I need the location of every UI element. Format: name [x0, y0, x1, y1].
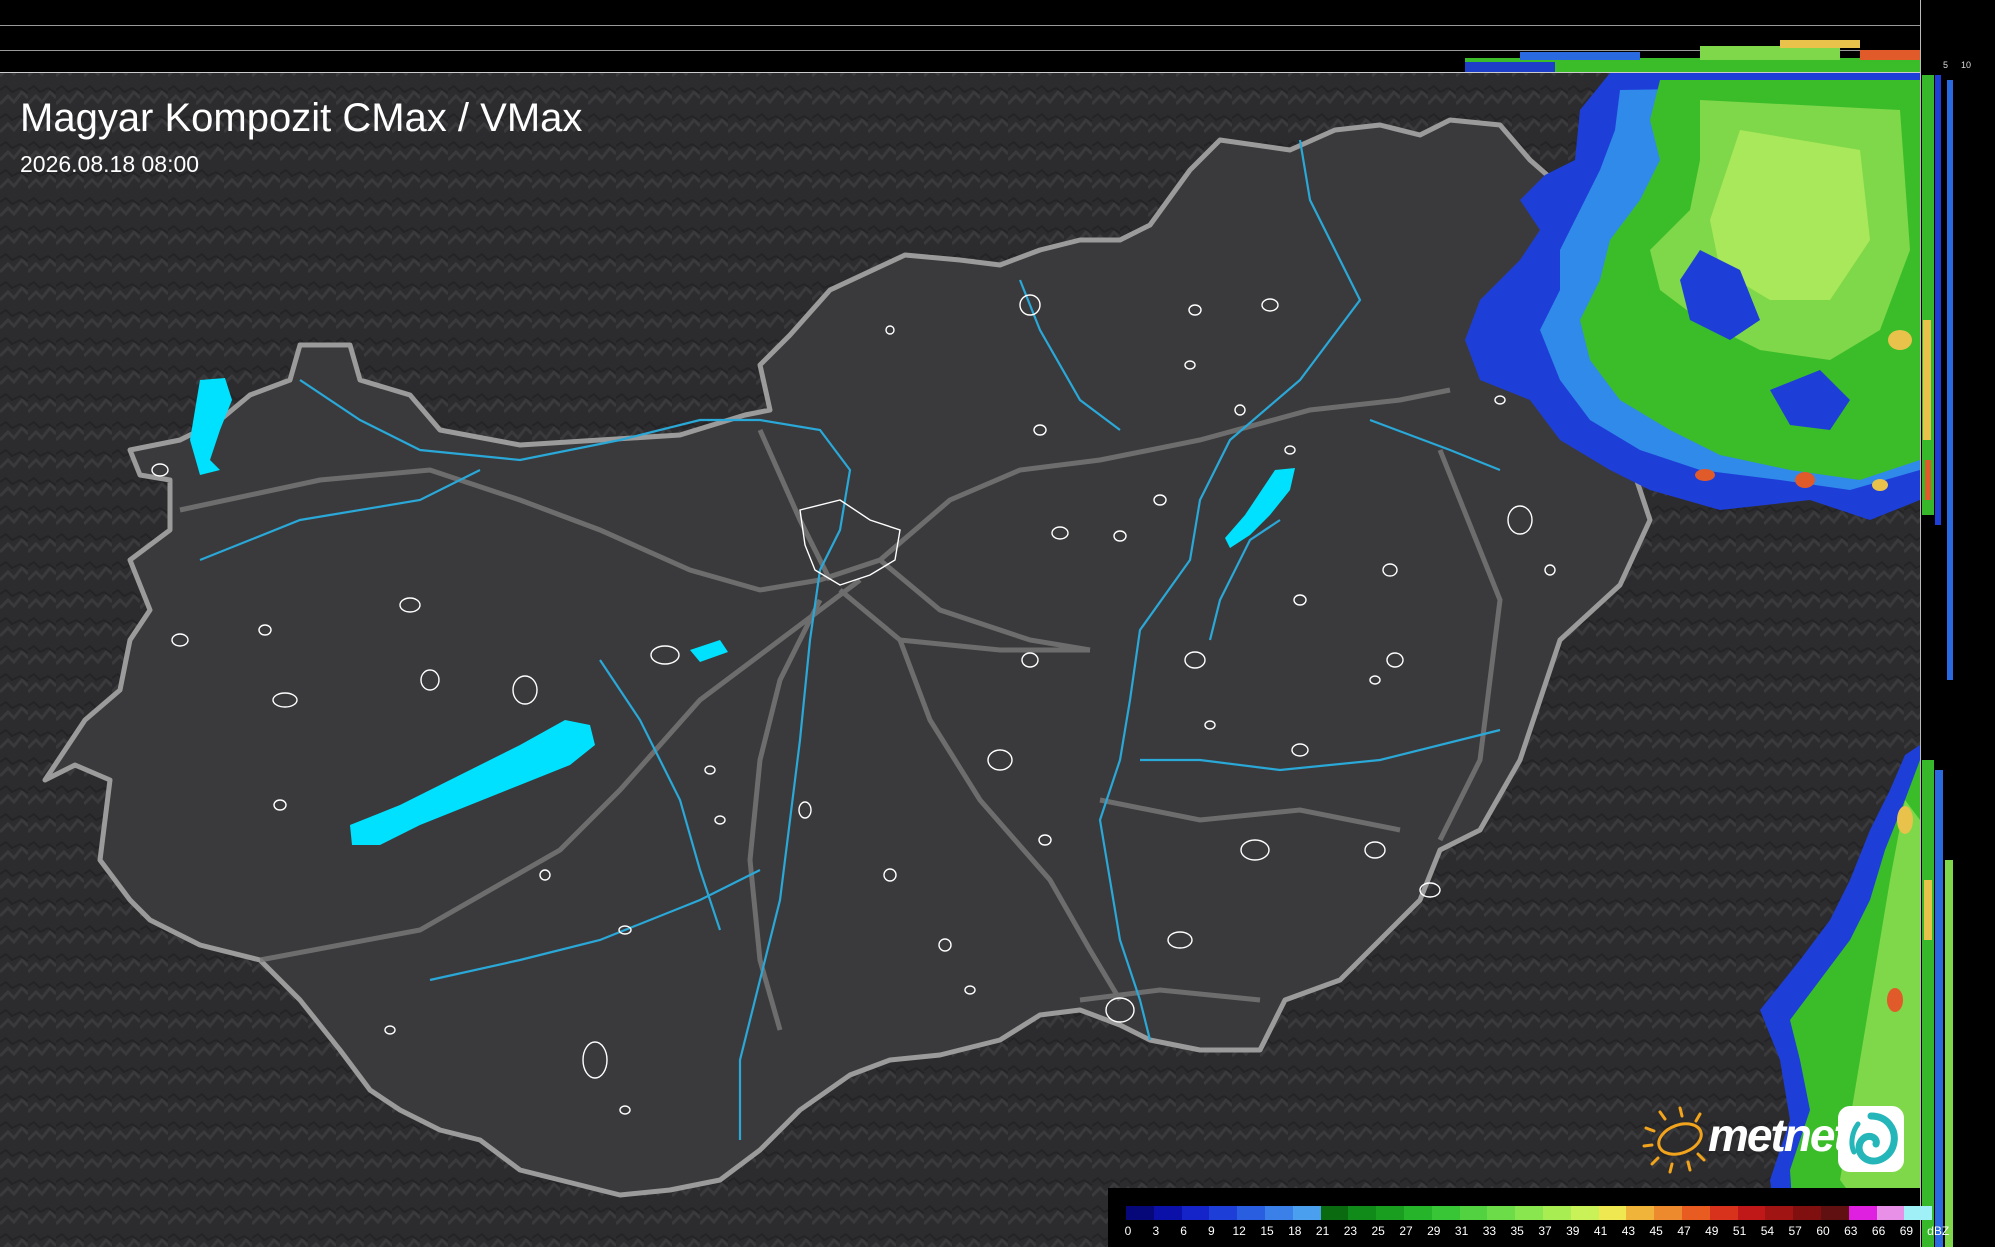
legend-color-cell: [1598, 1206, 1627, 1220]
sun-logo-icon: [1642, 1106, 1706, 1174]
legend-value-label: 54: [1760, 1224, 1775, 1238]
legend-color-cell: [1181, 1206, 1210, 1220]
legend-value-label: 0: [1124, 1224, 1132, 1238]
legend-value-label: 9: [1208, 1224, 1215, 1238]
map-timestamp: 2026.08.18 08:00: [20, 151, 200, 177]
dbz-color-legend: 0 3 6 9 12 15 18 21 23 25 27 29 31 33 35 37 39 41 43 45 47 49…: [1108, 1188, 1949, 1247]
legend-color-cell: [1209, 1206, 1238, 1220]
legend-value-label: 33: [1482, 1224, 1497, 1238]
legend-color-cell: [1431, 1206, 1460, 1220]
legend-color-cell: [1848, 1206, 1877, 1220]
spiral-badge-icon: [1838, 1106, 1904, 1172]
legend-value-label: 3: [1152, 1224, 1160, 1238]
legend-value-label: 41: [1593, 1224, 1608, 1238]
legend-value-label: 25: [1371, 1224, 1385, 1238]
legend-color-cell: [1237, 1206, 1265, 1220]
logo-text: metnet: [1708, 1109, 1849, 1161]
legend-color-cell: [1765, 1206, 1794, 1220]
legend-value-label: 21: [1315, 1224, 1330, 1238]
legend-color-cell: [1515, 1206, 1543, 1220]
legend-color-cell: [1793, 1206, 1821, 1220]
legend-value-label: 27: [1399, 1224, 1413, 1238]
legend-value-label: 39: [1566, 1224, 1580, 1238]
legend-color-cell: [1153, 1206, 1182, 1220]
legend-color-cell: [1737, 1206, 1766, 1220]
legend-color-cell: [1487, 1206, 1516, 1220]
legend-value-label: 6: [1180, 1224, 1187, 1238]
legend-value-label: 63: [1844, 1224, 1858, 1238]
legend-color-cell: [1709, 1206, 1738, 1220]
right-profile-echo: [1922, 75, 1953, 1247]
radar-map[interactable]: [0, 73, 1920, 1247]
legend-color-scale: [1126, 1206, 1933, 1220]
legend-color-cell: [1876, 1206, 1905, 1220]
legend-color-cell: [1376, 1206, 1404, 1220]
legend-value-label: 51: [1732, 1224, 1747, 1238]
legend-value-label: 43: [1621, 1224, 1636, 1238]
map-title: Magyar Kompozit CMax / VMax: [20, 96, 583, 140]
top-profile-panel: [0, 0, 1920, 73]
legend-value-label: 60: [1816, 1224, 1830, 1238]
legend-value-label: 15: [1260, 1224, 1274, 1238]
legend-color-cell: [1459, 1206, 1488, 1220]
metnet-logo: metnet: [1638, 1102, 1908, 1176]
legend-value-label: 29: [1427, 1224, 1441, 1238]
legend-unit-label: dBZ: [1927, 1224, 1950, 1238]
legend-color-cell: [1264, 1206, 1293, 1220]
legend-value-label: 69: [1899, 1224, 1914, 1238]
legend-color-cell: [1126, 1206, 1154, 1220]
legend-color-cell: [1570, 1206, 1599, 1220]
legend-color-cell: [1820, 1206, 1849, 1220]
right-profile-panel: 5 10: [1920, 0, 1995, 1247]
legend-value-label: 37: [1538, 1224, 1552, 1238]
legend-color-cell: [1348, 1206, 1377, 1220]
legend-value-label: 31: [1454, 1224, 1469, 1238]
legend-color-cell: [1904, 1206, 1933, 1220]
legend-value-label: 49: [1705, 1224, 1719, 1238]
legend-color-cell: [1681, 1206, 1710, 1220]
legend-color-cell: [1654, 1206, 1682, 1220]
legend-value-label: 12: [1232, 1224, 1246, 1238]
legend-color-cell: [1403, 1206, 1432, 1220]
legend-color-cell: [1626, 1206, 1655, 1220]
legend-value-label: 47: [1677, 1224, 1691, 1238]
legend-value-label: 45: [1649, 1224, 1663, 1238]
legend-value-label: 66: [1871, 1224, 1886, 1238]
legend-color-cell: [1292, 1206, 1321, 1220]
legend-value-label: 57: [1788, 1224, 1802, 1238]
legend-color-cell: [1320, 1206, 1349, 1220]
profile-tick-label: 5: [1943, 60, 1949, 70]
legend-value-label: 35: [1510, 1224, 1524, 1238]
profile-tick-label: 10: [1961, 60, 1972, 70]
top-profile-echo: [1465, 40, 1920, 72]
legend-color-cell: [1542, 1206, 1571, 1220]
legend-value-label: 23: [1343, 1224, 1358, 1238]
legend-value-label: 18: [1288, 1224, 1302, 1238]
